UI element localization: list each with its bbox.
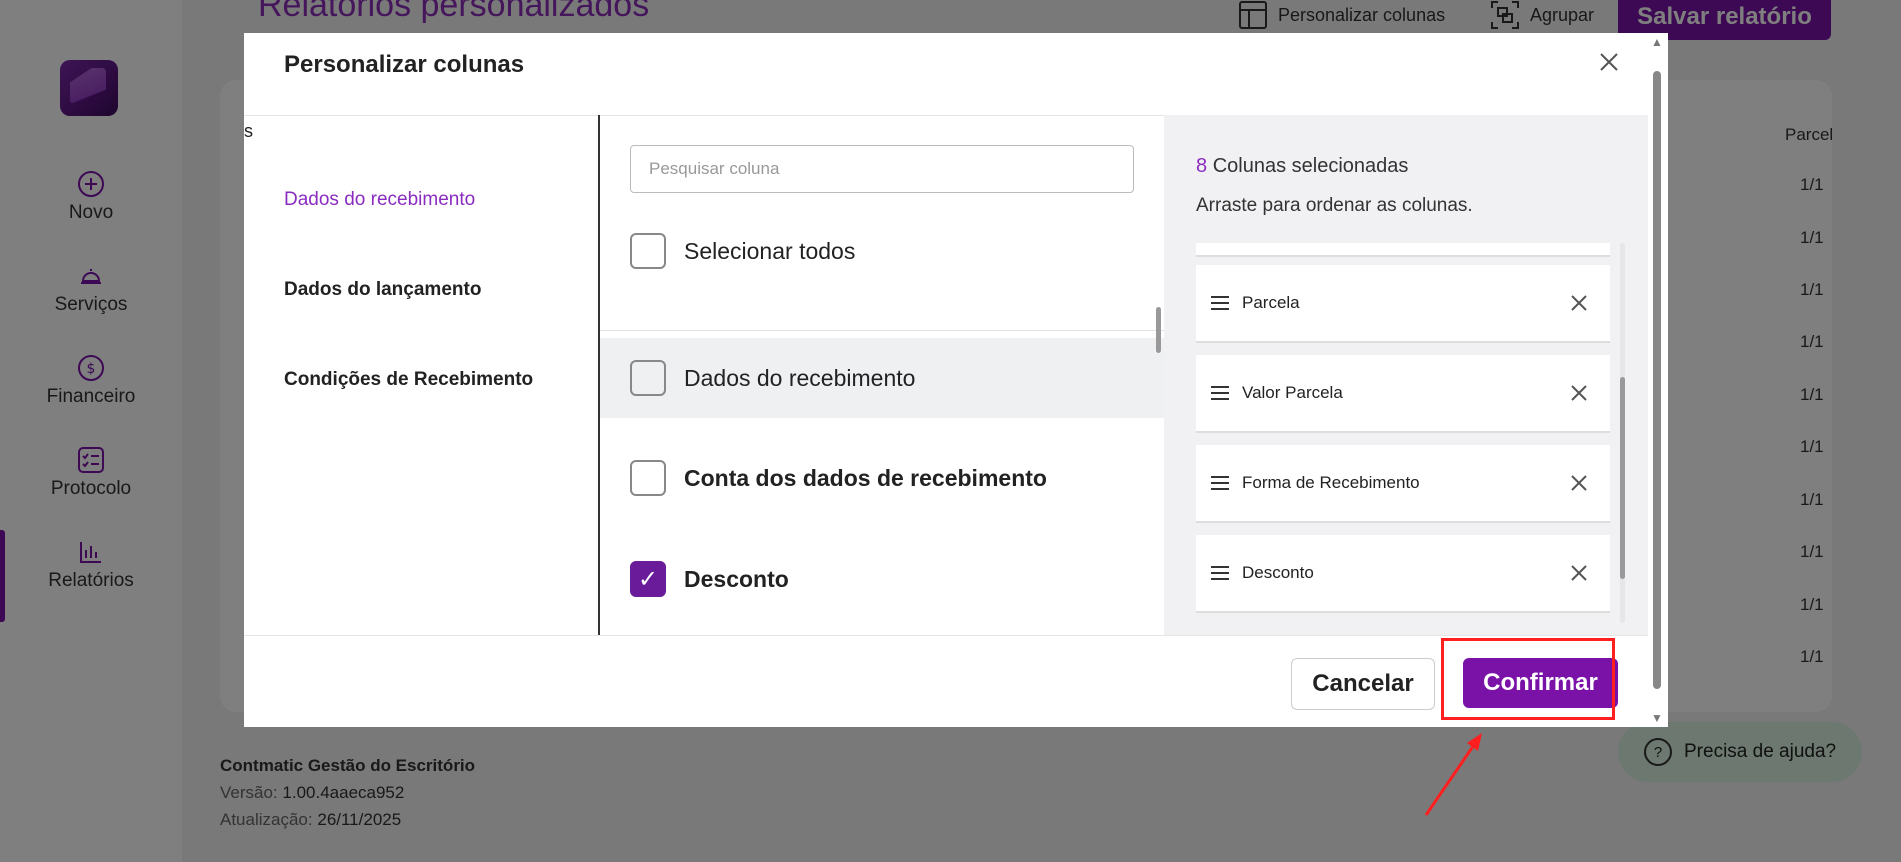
selected-column-item[interactable]: Parcela: [1196, 265, 1610, 343]
modal-footer: Cancelar Confirmar: [244, 635, 1648, 727]
option-row-partial[interactable]: [600, 627, 1164, 635]
checkmark-icon: ✓: [637, 565, 659, 593]
scrollbar-thumb[interactable]: [1156, 307, 1161, 353]
drag-handle-icon[interactable]: [1210, 295, 1230, 311]
option-label: Dados do recebimento: [684, 364, 916, 391]
close-icon[interactable]: [1594, 47, 1624, 77]
option-checkbox-checked[interactable]: ✓: [630, 561, 666, 597]
selected-column-name: Desconto: [1242, 563, 1314, 582]
annotation-highlight-box: [1441, 638, 1615, 720]
column-options-panel: Pesquisar coluna Selecionar todos Dados …: [598, 115, 1168, 635]
divider: [600, 330, 1164, 331]
scroll-down-icon[interactable]: ▼: [1650, 712, 1664, 724]
annotation-arrow-icon: [1424, 733, 1482, 816]
modal-header: Personalizar colunas: [244, 33, 1648, 116]
search-input[interactable]: Pesquisar coluna: [630, 145, 1134, 193]
selected-column-item[interactable]: Valor Parcela: [1196, 355, 1610, 433]
selected-columns-panel: 8 Colunas selecionadas Arraste para orde…: [1164, 115, 1648, 635]
remove-icon[interactable]: [1568, 292, 1590, 314]
selected-count: 8 Colunas selecionadas: [1196, 155, 1408, 178]
selected-column-item[interactable]: Forma de Recebimento: [1196, 445, 1610, 523]
category-item-dados-lancamento[interactable]: Dados do lançamento: [284, 279, 481, 301]
select-all-checkbox[interactable]: [630, 233, 666, 269]
drag-hint: Arraste para ordenar as colunas.: [1196, 195, 1473, 216]
modal-scrollbar-thumb[interactable]: [1653, 71, 1661, 689]
selected-count-label: Colunas selecionadas: [1212, 155, 1409, 177]
selected-column-item[interactable]: Desconto: [1196, 535, 1610, 613]
select-all-label: Selecionar todos: [684, 237, 856, 264]
drag-handle-icon[interactable]: [1210, 475, 1230, 491]
option-label: Conta dos dados de recebimento: [684, 464, 1047, 491]
modal-title: Personalizar colunas: [284, 51, 525, 78]
option-row[interactable]: ✓ Desconto: [600, 539, 1164, 619]
option-checkbox[interactable]: [630, 360, 666, 396]
option-row[interactable]: Conta dos dados de recebimento: [600, 438, 1164, 518]
remove-icon[interactable]: [1568, 472, 1590, 494]
remove-icon[interactable]: [1568, 562, 1590, 584]
category-item-condicoes-recebimento[interactable]: Condições de Recebimento: [284, 369, 533, 391]
drag-handle-icon[interactable]: [1210, 565, 1230, 581]
drag-handle-icon[interactable]: [1210, 385, 1230, 401]
selected-count-number: 8: [1196, 155, 1208, 177]
customize-columns-modal: Personalizar colunas s Dados do recebime…: [244, 33, 1668, 727]
app-shell: Novo Serviços $ Financeiro Protocolo Rel…: [0, 0, 1901, 862]
selected-column-name: Parcela: [1242, 293, 1300, 312]
cancel-button[interactable]: Cancelar: [1291, 658, 1435, 710]
category-item-dados-recebimento[interactable]: Dados do recebimento: [284, 189, 475, 211]
selected-column-name: Forma de Recebimento: [1242, 473, 1420, 492]
scrollbar-thumb[interactable]: [1620, 377, 1625, 579]
option-checkbox[interactable]: [630, 460, 666, 496]
select-all-row[interactable]: Selecionar todos: [600, 211, 1164, 291]
scroll-up-icon[interactable]: ▲: [1650, 36, 1664, 48]
selected-columns-list: Parcela Valor Parcela Forma de Recebimen…: [1196, 243, 1616, 623]
category-list: Dados do recebimento Dados do lançamento…: [244, 115, 598, 635]
remove-icon[interactable]: [1568, 382, 1590, 404]
option-label: Desconto: [684, 565, 789, 592]
selected-column-item[interactable]: [1196, 243, 1610, 257]
option-row[interactable]: Dados do recebimento: [600, 338, 1164, 418]
selected-column-name: Valor Parcela: [1242, 383, 1343, 402]
